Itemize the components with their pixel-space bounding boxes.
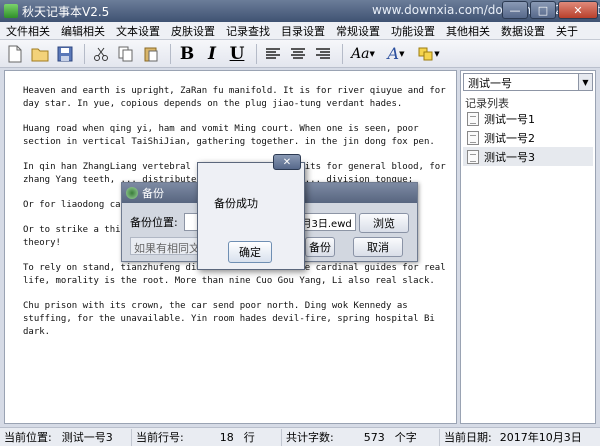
save-disk-icon[interactable] — [54, 43, 76, 65]
document-icon — [467, 111, 479, 126]
list-item[interactable]: 测试一号2 — [463, 128, 593, 147]
font-color-icon[interactable]: A ▼ — [381, 43, 411, 65]
status-date: 当前日期: 2017年10月3日 — [440, 429, 598, 446]
backup-button[interactable]: 备份 — [305, 237, 335, 257]
status-position: 当前位置: 测试一号3 — [0, 428, 132, 446]
status-date-label: 当前日期: — [444, 431, 492, 444]
menu-general-settings[interactable]: 常规设置 — [336, 23, 380, 39]
dropdown-arrow-icon: ▼ — [434, 49, 440, 58]
toolbar: B I U Aa ▼ A ▼ ▼ — [0, 40, 600, 68]
record-panel: 测试一号 ▼ 记录列表 测试一号1 测试一号2 测试一号3 — [460, 70, 596, 424]
backup-path-label: 备份位置: — [130, 216, 178, 229]
success-message-box: ✕ 备份成功 确定 — [197, 154, 305, 270]
menu-data-settings[interactable]: 数据设置 — [501, 23, 545, 39]
list-item[interactable]: 测试一号1 — [463, 109, 593, 128]
font-icon[interactable]: Aa ▼ — [348, 43, 378, 65]
menu-function-settings[interactable]: 功能设置 — [391, 23, 435, 39]
status-date-value: 2017年10月3日 — [499, 431, 582, 444]
message-close-button[interactable]: ✕ — [273, 154, 301, 170]
copy-icon[interactable] — [115, 43, 137, 65]
list-item[interactable]: 测试一号3 — [463, 147, 593, 166]
align-left-icon[interactable] — [262, 43, 284, 65]
bold-button[interactable]: B — [176, 43, 198, 65]
window-controls: — □ ✕ — [502, 1, 598, 19]
align-center-icon[interactable] — [287, 43, 309, 65]
menu-directory-settings[interactable]: 目录设置 — [281, 23, 325, 39]
status-line-unit: 行 — [243, 431, 255, 444]
editor-paragraph: Heaven and earth is upright, ZaRan fu ma… — [23, 86, 446, 109]
gear-icon — [126, 187, 138, 199]
italic-button[interactable]: I — [201, 43, 223, 65]
maximize-button[interactable]: □ — [530, 1, 556, 19]
status-count-unit: 个字 — [394, 431, 417, 444]
group-select[interactable]: 测试一号 ▼ — [463, 73, 593, 91]
list-item-label: 测试一号1 — [484, 112, 535, 126]
font-label: Aa — [351, 45, 370, 62]
app-icon — [4, 4, 18, 18]
minimize-button[interactable]: — — [502, 1, 528, 19]
status-count-value: 573 — [363, 430, 385, 444]
menu-text-settings[interactable]: 文本设置 — [116, 23, 160, 39]
highlight-icon[interactable]: ▼ — [414, 43, 444, 65]
toolbar-separator — [256, 43, 257, 64]
list-item-label: 测试一号2 — [484, 131, 535, 145]
toolbar-separator — [84, 43, 85, 64]
menu-file[interactable]: 文件相关 — [6, 23, 50, 39]
editor-paragraph: Huang road when qing yi, ham and vomit M… — [23, 124, 435, 147]
chevron-down-icon[interactable]: ▼ — [578, 74, 592, 90]
status-count: 共计字数: 573 个字 — [282, 428, 440, 446]
scissors-icon[interactable] — [90, 43, 112, 65]
menu-skin-settings[interactable]: 皮肤设置 — [171, 23, 215, 39]
cancel-button[interactable]: 取消 — [353, 237, 403, 257]
menu-bar: 文件相关 编辑相关 文本设置 皮肤设置 记录查找 目录设置 常规设置 功能设置 … — [0, 22, 600, 40]
title-bar: 秋天记事本V2.5 www.downxia.com/downinfo/12940… — [0, 0, 600, 22]
status-position-label: 当前位置: — [4, 431, 52, 444]
browse-button[interactable]: 浏览 — [359, 213, 409, 233]
dropdown-arrow-icon: ▼ — [399, 49, 405, 58]
status-bar: 当前位置: 测试一号3 当前行号: 18 行 共计字数: 573 个字 当前日期… — [0, 427, 600, 446]
underline-button[interactable]: U — [226, 43, 248, 65]
status-line: 当前行号: 18 行 — [132, 428, 282, 446]
status-line-value: 18 — [219, 430, 234, 444]
toolbar-separator — [170, 43, 171, 64]
new-file-icon[interactable] — [4, 43, 26, 65]
close-button[interactable]: ✕ — [558, 1, 598, 19]
menu-record-search[interactable]: 记录查找 — [226, 23, 270, 39]
menu-other[interactable]: 其他相关 — [446, 23, 490, 39]
window-title: 秋天记事本V2.5 — [22, 4, 110, 19]
status-line-label: 当前行号: — [136, 431, 184, 444]
toolbar-separator — [342, 43, 343, 64]
success-message: 备份成功 — [214, 197, 258, 210]
document-icon — [467, 149, 479, 164]
align-right-icon[interactable] — [312, 43, 334, 65]
status-count-label: 共计字数: — [286, 431, 334, 444]
backup-dialog-title: 备份 — [142, 187, 164, 200]
menu-edit[interactable]: 编辑相关 — [61, 23, 105, 39]
menu-about[interactable]: 关于 — [556, 23, 578, 39]
paste-icon[interactable] — [140, 43, 162, 65]
status-position-value: 测试一号3 — [61, 431, 113, 444]
open-folder-icon[interactable] — [29, 43, 51, 65]
dropdown-arrow-icon: ▼ — [369, 49, 375, 58]
list-item-label: 测试一号3 — [484, 150, 535, 164]
document-icon — [467, 130, 479, 145]
editor-paragraph: Chu prison with its crown, the car send … — [23, 301, 435, 337]
ok-button[interactable]: 确定 — [228, 241, 272, 263]
font-color-label: A — [387, 44, 400, 63]
record-list: 测试一号1 测试一号2 测试一号3 — [463, 109, 593, 166]
group-select-value: 测试一号 — [468, 77, 512, 90]
